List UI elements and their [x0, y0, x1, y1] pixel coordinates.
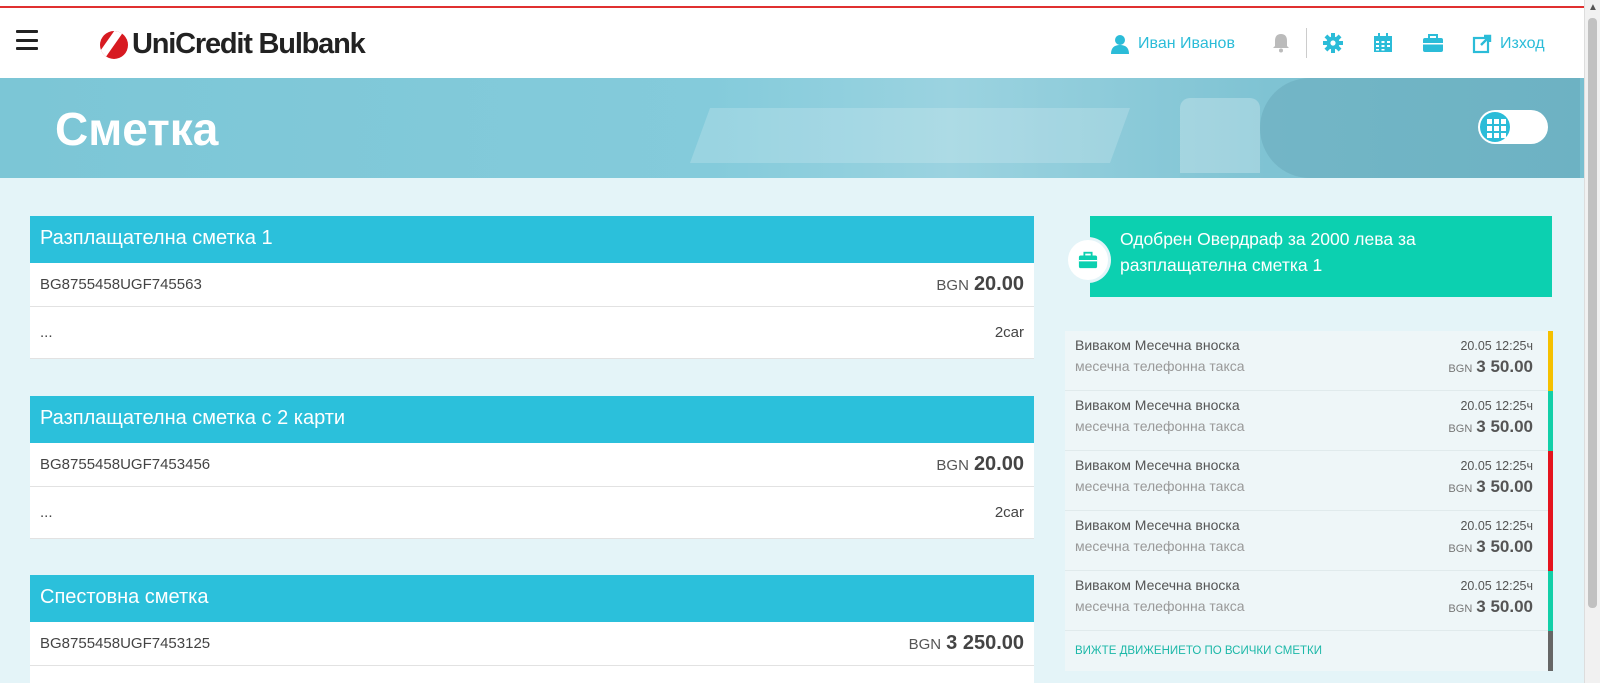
see-all-transactions-link[interactable]: ВИЖТЕ ДВИЖЕНИЕТО ПО ВСИЧКИ СМЕТКИ	[1065, 631, 1553, 671]
account-title[interactable]: Разплащателна сметка 1	[30, 216, 1034, 263]
account-card: Спестовна сметка BG8755458UGF7453125 BGN…	[30, 575, 1034, 683]
account-balance: BGN 3 250.00	[909, 632, 1024, 655]
more-dots: ...	[40, 324, 53, 341]
user-menu[interactable]: Иван Иванов	[1110, 34, 1235, 54]
status-bar	[1548, 451, 1553, 511]
transaction-date: 20.05 12:25ч	[1460, 519, 1533, 533]
transaction-amount: BGN 3 50.00	[1448, 477, 1533, 497]
user-icon	[1111, 35, 1129, 54]
external-link-icon	[1472, 34, 1492, 54]
unicredit-logo-icon	[100, 30, 128, 59]
bell-icon[interactable]	[1270, 32, 1292, 54]
transaction-date: 20.05 12:25ч	[1460, 339, 1533, 353]
account-balance: BGN 20.00	[936, 273, 1024, 296]
top-header: UniCredit Bulbank Иван Иванов Изход	[0, 8, 1584, 78]
transaction-item[interactable]: Виваком Месечна вноска месечна телефонна…	[1065, 391, 1553, 451]
calendar-icon[interactable]	[1372, 32, 1394, 54]
account-title[interactable]: Разплащателна сметка с 2 карти	[30, 396, 1034, 443]
currency-label: BGN	[1448, 423, 1473, 435]
overdraft-offer[interactable]: Одобрен Овердраф за 2000 лева за разплащ…	[1090, 216, 1552, 297]
account-row[interactable]: BG8755458UGF7453125 BGN 3 250.00	[30, 622, 1034, 666]
grid-icon	[1480, 112, 1510, 142]
briefcase-icon[interactable]	[1422, 32, 1444, 54]
transaction-amount: BGN 3 50.00	[1448, 597, 1533, 617]
status-bar	[1548, 511, 1553, 571]
logout-label: Изход	[1500, 35, 1545, 52]
logo-text: UniCredit Bulbank	[132, 28, 366, 60]
vertical-scrollbar[interactable]: ▲	[1584, 0, 1600, 683]
offer-badge	[1068, 240, 1108, 280]
status-bar	[1548, 631, 1553, 671]
account-cards-row[interactable]: ... 2car	[30, 487, 1034, 539]
currency-label: BGN	[1448, 543, 1473, 555]
transaction-item[interactable]: Виваком Месечна вноска месечна телефонна…	[1065, 451, 1553, 511]
account-iban: BG8755458UGF7453125	[40, 635, 211, 652]
transaction-item[interactable]: Виваком Месечна вноска месечна телефонна…	[1065, 511, 1553, 571]
transaction-date: 20.05 12:25ч	[1460, 459, 1533, 473]
account-cards-row[interactable]: ... 2car	[30, 307, 1034, 359]
transaction-amount: BGN 3 50.00	[1448, 357, 1533, 377]
currency-label: BGN	[1448, 603, 1473, 615]
user-name: Иван Иванов	[1138, 35, 1235, 52]
menu-icon[interactable]	[16, 30, 38, 50]
currency-label: BGN	[1448, 363, 1473, 375]
transaction-item[interactable]: Виваком Месечна вноска месечна телефонна…	[1065, 571, 1553, 631]
account-title[interactable]: Спестовна сметка	[30, 575, 1034, 622]
balance-value: 20.00	[973, 273, 1024, 295]
account-row[interactable]: BG8755458UGF745563 BGN 20.00	[30, 263, 1034, 307]
bank-logo[interactable]: UniCredit Bulbank	[100, 28, 366, 61]
amount-value: 3 50.00	[1476, 357, 1533, 376]
view-toggle[interactable]	[1478, 110, 1548, 144]
balance-value: 20.00	[973, 453, 1024, 475]
account-balance: BGN 20.00	[936, 453, 1024, 476]
page-title: Сметка	[55, 103, 219, 155]
currency-label: BGN	[936, 457, 969, 474]
currency-label: BGN	[936, 277, 969, 294]
currency-label: BGN	[1448, 483, 1473, 495]
more-dots: ...	[40, 504, 53, 521]
hero-banner: Сметка	[0, 78, 1584, 178]
logout-button[interactable]: Изход	[1472, 34, 1545, 54]
amount-value: 3 50.00	[1476, 477, 1533, 496]
status-bar	[1548, 391, 1553, 451]
gear-icon[interactable]	[1322, 32, 1344, 54]
amount-value: 3 50.00	[1476, 417, 1533, 436]
currency-label: BGN	[908, 636, 942, 653]
hero-background-shape	[1180, 98, 1260, 173]
balance-value: 3 250.00	[946, 632, 1024, 654]
cards-label: 2car	[994, 324, 1024, 341]
transaction-date: 20.05 12:25ч	[1460, 399, 1533, 413]
account-iban: BG8755458UGF7453456	[40, 456, 211, 473]
transaction-item[interactable]: Виваком Месечна вноска месечна телефонна…	[1065, 331, 1553, 391]
scrollbar-thumb[interactable]	[1588, 18, 1597, 608]
briefcase-icon	[1078, 251, 1098, 269]
amount-value: 3 50.00	[1476, 597, 1533, 616]
transaction-amount: BGN 3 50.00	[1448, 417, 1533, 437]
status-bar	[1548, 571, 1553, 631]
account-card: Разплащателна сметка 1 BG8755458UGF74556…	[30, 216, 1034, 359]
cards-label: 2car	[994, 504, 1024, 521]
account-row[interactable]: BG8755458UGF7453456 BGN 20.00	[30, 443, 1034, 487]
see-all-label: ВИЖТЕ ДВИЖЕНИЕТО ПО ВСИЧКИ СМЕТКИ	[1075, 645, 1322, 657]
transaction-amount: BGN 3 50.00	[1448, 537, 1533, 557]
offer-text: Одобрен Овердраф за 2000 лева за разплащ…	[1120, 229, 1416, 275]
hero-background-shape	[689, 108, 1131, 163]
amount-value: 3 50.00	[1476, 537, 1533, 556]
status-bar	[1548, 331, 1553, 391]
nav-divider	[1306, 28, 1307, 58]
account-iban: BG8755458UGF745563	[40, 276, 202, 293]
account-card: Разплащателна сметка с 2 карти BG8755458…	[30, 396, 1034, 539]
transactions-list: Виваком Месечна вноска месечна телефонна…	[1065, 331, 1553, 671]
top-accent-line	[0, 0, 1584, 8]
transaction-date: 20.05 12:25ч	[1460, 579, 1533, 593]
scroll-up-icon[interactable]: ▲	[1588, 2, 1598, 13]
